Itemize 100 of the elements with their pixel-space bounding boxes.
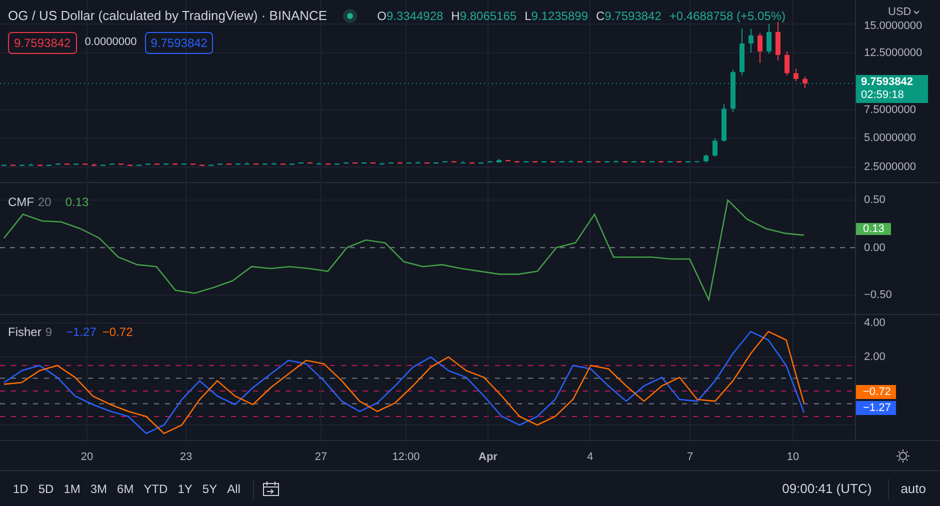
candle <box>478 162 484 164</box>
candle <box>622 160 628 163</box>
axis-label: 15.0000000 <box>864 20 922 32</box>
symbol-title: OG / US Dollar (calculated by TradingView) · BINANCE <box>8 7 328 25</box>
calendar-icon[interactable] <box>262 480 280 496</box>
range-button[interactable]: 5Y <box>197 478 222 500</box>
time-label: 27 <box>314 450 328 465</box>
range-button[interactable]: 3M <box>85 478 112 500</box>
candle <box>352 162 358 164</box>
candle <box>182 163 186 166</box>
candle <box>550 160 556 163</box>
candle <box>766 24 772 54</box>
candle <box>740 28 744 76</box>
candle <box>722 104 726 142</box>
time-label: 12:00 <box>392 450 420 465</box>
range-button[interactable]: All <box>222 478 246 500</box>
sell-price-button[interactable]: 9.7593842 <box>8 32 77 54</box>
candle <box>650 160 654 163</box>
range-button[interactable]: 1M <box>58 478 86 500</box>
candle <box>100 164 106 166</box>
ohlc-letter: O <box>377 8 386 25</box>
range-button[interactable]: 5D <box>33 478 59 500</box>
time-label: 23 <box>180 450 192 465</box>
candle <box>20 164 24 166</box>
axis-label: 2.5000000 <box>864 160 916 173</box>
candle <box>434 162 438 164</box>
candle <box>596 160 600 163</box>
scale-mode-button[interactable]: auto <box>894 478 932 498</box>
candle <box>92 163 96 166</box>
candle <box>172 163 178 166</box>
candle <box>56 163 60 166</box>
chevron-down-icon <box>913 10 920 15</box>
candle <box>604 160 610 163</box>
range-button[interactable]: YTD <box>138 478 173 500</box>
candle <box>514 160 520 163</box>
indicator-name: CMF <box>8 194 34 211</box>
trigger-value: −0.72 <box>102 324 133 341</box>
candle <box>308 162 312 164</box>
candle <box>28 163 34 166</box>
candle <box>136 164 142 166</box>
range-button[interactable]: 6M <box>112 478 139 500</box>
clock[interactable]: 09:00:41 (UTC) <box>782 478 872 498</box>
time-label: 10 <box>786 450 800 465</box>
candle <box>614 160 618 162</box>
candle <box>244 162 250 165</box>
ohlc-letter: L <box>524 8 532 25</box>
candle <box>452 160 456 163</box>
candle <box>686 160 690 163</box>
candle <box>208 164 214 166</box>
candle <box>470 162 474 164</box>
ohlc-value: 9.8065165 <box>460 8 517 25</box>
candle <box>370 162 376 164</box>
candle <box>794 68 798 82</box>
candle <box>190 163 196 166</box>
settings-icon[interactable] <box>896 448 910 462</box>
range-button[interactable]: 1D <box>8 478 34 500</box>
candle <box>64 163 70 166</box>
axis-label: 2.00 <box>864 351 886 363</box>
candle <box>758 32 762 64</box>
axis-label: 7.5000000 <box>864 104 916 116</box>
candle <box>632 160 636 163</box>
candle <box>272 162 276 165</box>
candle <box>694 160 700 163</box>
candle <box>110 163 114 166</box>
candle <box>290 163 294 166</box>
candle <box>730 69 736 113</box>
time-label: 20 <box>80 450 94 465</box>
candle <box>442 160 448 163</box>
candle <box>200 164 204 166</box>
candle <box>46 164 52 166</box>
candle <box>704 154 708 163</box>
candle <box>344 162 348 164</box>
ohlc-value: 9.7593842 <box>604 8 662 25</box>
range-button[interactable]: 1Y <box>172 478 198 500</box>
candle <box>406 162 412 164</box>
time-label: 4 <box>586 450 594 465</box>
candle <box>668 160 672 163</box>
axis-label: −0.50 <box>864 289 892 302</box>
buy-price-button[interactable]: 9.7593842 <box>144 32 214 54</box>
candle <box>226 163 232 166</box>
candle <box>676 160 682 163</box>
ohlc-letter: H <box>451 8 460 25</box>
candle <box>532 160 538 163</box>
axis-label: 4.00 <box>864 316 886 329</box>
axis-label: 5.0000000 <box>864 132 916 144</box>
candle <box>542 160 546 163</box>
indicator-name: Fisher <box>8 324 42 341</box>
candle <box>568 160 574 162</box>
price-change: +0.4688758 (+5.05%) <box>669 8 786 25</box>
candle <box>560 160 564 163</box>
cmf-value: 0.13 <box>65 194 89 211</box>
candle <box>398 162 402 164</box>
axis-label: 0.00 <box>864 242 886 254</box>
spread-value: 0.0000000 <box>84 35 137 50</box>
candle <box>496 158 502 163</box>
candle <box>254 163 258 166</box>
candle <box>524 160 528 163</box>
time-label: 7 <box>686 450 694 465</box>
fisher-value-tag: −1.27 <box>856 401 896 415</box>
candle <box>164 163 168 166</box>
